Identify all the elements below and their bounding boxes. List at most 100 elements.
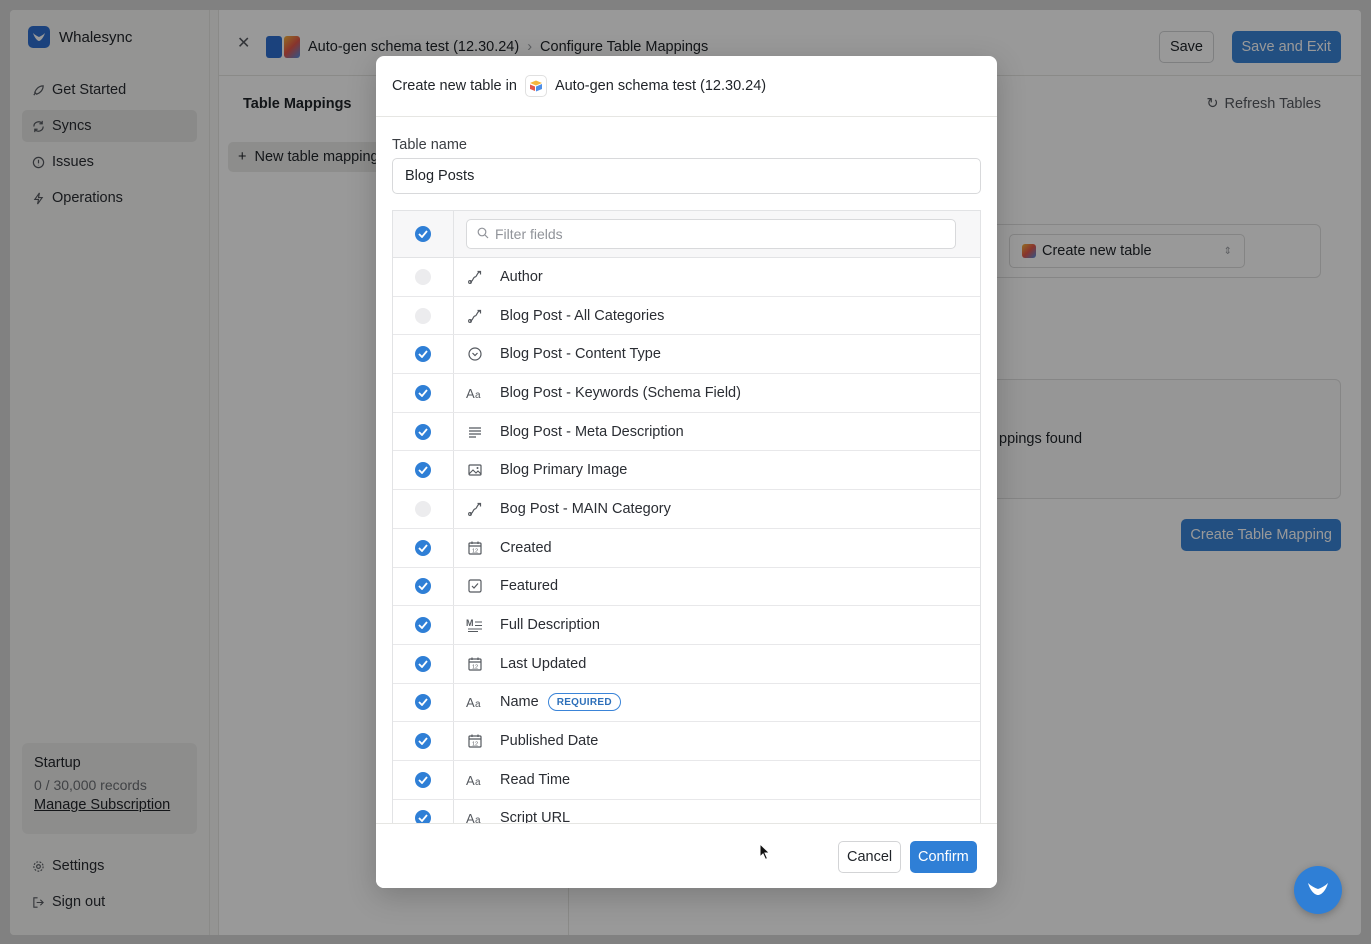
field-checkbox-cell bbox=[393, 799, 454, 824]
field-checkbox[interactable] bbox=[415, 307, 431, 324]
link-icon bbox=[466, 500, 484, 518]
field-checkbox[interactable] bbox=[415, 733, 431, 750]
field-row[interactable]: Blog Post - All Categories bbox=[393, 296, 980, 336]
svg-text:a: a bbox=[475, 390, 481, 400]
field-checkbox[interactable] bbox=[415, 462, 431, 479]
modal-footer: Cancel Confirm bbox=[376, 823, 997, 888]
field-checkbox[interactable] bbox=[415, 423, 431, 440]
field-checkbox[interactable] bbox=[415, 655, 431, 672]
field-checkbox[interactable] bbox=[415, 810, 431, 824]
fields-table: Author Blog Post - All Categories Blog Pos… bbox=[392, 210, 981, 824]
field-checkbox[interactable] bbox=[415, 539, 431, 556]
link-icon bbox=[466, 268, 484, 286]
field-checkbox[interactable] bbox=[415, 771, 431, 788]
image-icon bbox=[466, 461, 484, 479]
table-name-label: Table name bbox=[392, 137, 467, 153]
link-icon bbox=[466, 307, 484, 325]
field-row[interactable]: Blog Post - Meta Description bbox=[393, 412, 980, 452]
field-row[interactable]: Blog Post - Content Type bbox=[393, 335, 980, 375]
field-checkbox-cell bbox=[393, 722, 454, 760]
check-icon bbox=[418, 466, 428, 475]
field-checkbox-cell bbox=[393, 490, 454, 528]
svg-text:12: 12 bbox=[472, 548, 478, 554]
field-row[interactable]: 12 Published Date bbox=[393, 722, 980, 761]
text-icon: Aa bbox=[466, 771, 484, 789]
field-row[interactable]: Aa Read Time bbox=[393, 760, 980, 800]
field-name: Published Date bbox=[500, 733, 599, 750]
check-icon bbox=[418, 776, 428, 784]
svg-text:a: a bbox=[475, 777, 481, 787]
field-row[interactable]: Blog Primary Image bbox=[393, 451, 980, 491]
field-row[interactable]: Bog Post - MAIN Category bbox=[393, 490, 980, 529]
field-name: Script URL bbox=[500, 810, 571, 824]
select-icon bbox=[466, 345, 484, 363]
check-icon bbox=[418, 737, 428, 746]
field-checkbox[interactable] bbox=[415, 384, 431, 401]
field-name: Bog Post - MAIN Category bbox=[500, 500, 671, 517]
field-checkbox[interactable] bbox=[415, 617, 431, 634]
field-checkbox-cell bbox=[393, 567, 454, 606]
cancel-button[interactable]: Cancel bbox=[838, 841, 902, 873]
text-icon: Aa bbox=[466, 384, 484, 402]
select-all-checkbox[interactable] bbox=[415, 226, 431, 242]
field-checkbox-cell bbox=[393, 683, 454, 722]
calendar-icon: 12 bbox=[466, 655, 484, 673]
text-icon: Aa bbox=[466, 809, 484, 824]
svg-text:M: M bbox=[466, 618, 474, 628]
modal-header: Create new table in Auto-gen schema test… bbox=[376, 56, 997, 117]
filter-fields-box[interactable] bbox=[466, 219, 956, 249]
field-row[interactable]: Aa Script URL bbox=[393, 799, 980, 824]
svg-text:a: a bbox=[475, 699, 481, 709]
text-icon: Aa bbox=[466, 693, 484, 711]
long-text-icon bbox=[466, 423, 484, 441]
field-checkbox-cell bbox=[393, 374, 454, 412]
check-icon bbox=[418, 660, 428, 668]
field-checkbox[interactable] bbox=[415, 346, 431, 363]
select-all-cell bbox=[393, 211, 454, 257]
mouse-cursor-icon bbox=[759, 842, 771, 861]
field-checkbox-cell bbox=[393, 528, 454, 567]
filter-fields-input[interactable] bbox=[495, 226, 935, 242]
checkbox-icon bbox=[466, 577, 484, 595]
field-name: Blog Post - Meta Description bbox=[500, 423, 684, 440]
svg-text:12: 12 bbox=[472, 664, 478, 670]
base-logo-icon bbox=[524, 75, 547, 97]
check-icon bbox=[418, 621, 428, 630]
search-icon bbox=[477, 226, 489, 242]
field-checkbox[interactable] bbox=[415, 268, 431, 285]
field-row[interactable]: M Full Description bbox=[393, 606, 980, 645]
svg-text:A: A bbox=[466, 386, 475, 400]
field-checkbox-cell bbox=[393, 451, 454, 490]
field-checkbox-cell bbox=[393, 335, 454, 374]
field-row[interactable]: Author bbox=[393, 258, 980, 297]
field-row[interactable]: Aa Name REQUIRED bbox=[393, 683, 980, 723]
field-name: Full Description bbox=[500, 617, 600, 634]
check-icon bbox=[418, 544, 428, 552]
modal-base-name: Auto-gen schema test (12.30.24) bbox=[554, 78, 767, 94]
field-rows: Author Blog Post - All Categories Blog Pos… bbox=[393, 258, 980, 824]
check-icon bbox=[418, 698, 428, 707]
field-checkbox-cell bbox=[393, 644, 454, 683]
confirm-button[interactable]: Confirm bbox=[910, 841, 977, 873]
help-chat-button[interactable] bbox=[1294, 866, 1342, 914]
field-name: Last Updated bbox=[500, 655, 587, 672]
field-checkbox[interactable] bbox=[415, 694, 431, 711]
field-name: Blog Primary Image bbox=[500, 462, 628, 479]
check-icon bbox=[418, 814, 428, 823]
field-row[interactable]: Aa Blog Post - Keywords (Schema Field) bbox=[393, 374, 980, 413]
field-checkbox-cell bbox=[393, 412, 454, 451]
svg-text:A: A bbox=[466, 773, 475, 787]
field-name: Blog Post - Keywords (Schema Field) bbox=[500, 384, 741, 401]
svg-text:A: A bbox=[466, 695, 475, 709]
field-checkbox-cell bbox=[393, 296, 454, 335]
field-checkbox[interactable] bbox=[415, 578, 431, 595]
field-checkbox[interactable] bbox=[415, 500, 431, 517]
field-row[interactable]: 12 Created bbox=[393, 528, 980, 568]
field-row[interactable]: Featured bbox=[393, 567, 980, 607]
table-name-input[interactable] bbox=[392, 158, 981, 194]
field-checkbox-cell bbox=[393, 760, 454, 799]
required-badge: REQUIRED bbox=[547, 693, 621, 712]
field-name: Read Time bbox=[500, 771, 571, 788]
calendar-icon: 12 bbox=[466, 732, 484, 750]
field-row[interactable]: 12 Last Updated bbox=[393, 644, 980, 684]
